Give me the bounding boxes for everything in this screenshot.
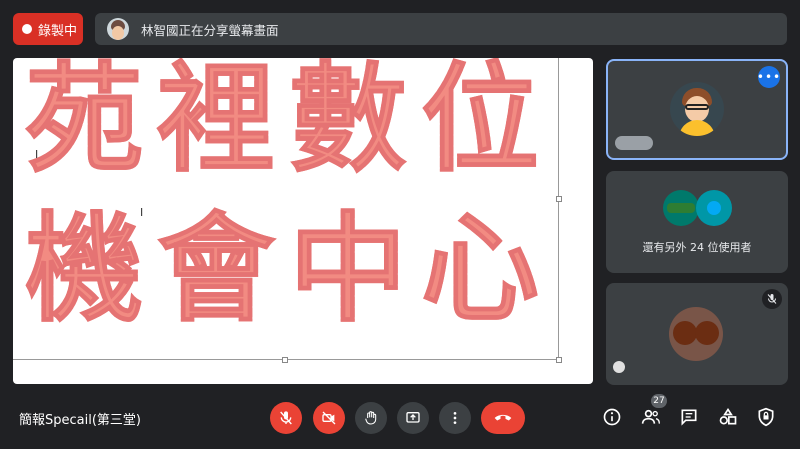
mic-off-button[interactable] [270,402,302,434]
slide-title-line-2: 機會中心 [25,210,571,329]
slide-title-line-1: 苑裡數位 [25,60,571,179]
meeting-info-button[interactable] [601,406,623,428]
bottom-bar: 簡報Specail(第三堂) [0,392,800,449]
resize-handle[interactable] [282,357,288,363]
screen-share-text: 林智國正在分享螢幕畫面 [141,22,279,38]
participant-tile-self[interactable]: ••• [606,59,788,160]
participant-tile[interactable] [606,283,788,385]
raise-hand-button[interactable] [355,402,387,434]
call-end-icon [494,414,512,421]
text-cursor-icon: Ι [35,148,39,161]
screen-share-banner: 林智國正在分享螢幕畫面 [95,13,787,45]
host-controls-icon [758,407,774,427]
people-icon [641,409,660,424]
meeting-title: 簡報Specail(第三堂) [19,413,141,428]
avatar [663,190,699,226]
camera-off-button[interactable] [313,402,345,434]
chat-button[interactable] [678,406,700,428]
participant-tile-others[interactable]: 還有另外 24 位使用者 [606,171,788,273]
shared-screen: 苑裡數位 機會中心 Ι Ι [13,58,593,384]
activities-icon [719,407,737,425]
mic-off-icon [280,411,292,425]
text-cursor-icon: Ι [140,206,144,219]
top-bar: 錄製中 林智國正在分享螢幕畫面 [0,0,800,56]
info-icon [603,408,621,426]
record-dot-icon [22,24,32,34]
more-options-icon[interactable]: ••• [757,66,780,88]
activities-button[interactable] [717,406,739,428]
speaking-indicator [613,361,625,373]
camera-off-icon [322,411,336,425]
present-now-button[interactable] [397,402,429,434]
presenter-avatar [107,18,129,40]
more-options-button[interactable] [439,402,471,434]
mute-icon [762,289,782,309]
more-vert-icon [453,412,457,424]
avatar [669,307,723,361]
people-button[interactable] [640,406,662,428]
raise-hand-icon [365,411,377,425]
resize-handle[interactable] [556,196,562,202]
avatar [670,82,724,136]
present-icon [406,412,420,423]
slide-frame: 苑裡數位 機會中心 Ι Ι [13,58,562,363]
leave-call-button[interactable] [481,402,525,434]
recording-badge[interactable]: 錄製中 [13,13,83,45]
resize-handle[interactable] [556,357,562,363]
avatar [696,190,732,226]
people-count-badge: 27 [651,394,667,408]
recording-label: 錄製中 [38,23,78,39]
host-controls-button[interactable] [755,406,777,428]
chat-icon [681,409,697,426]
others-count-label: 還有另外 24 位使用者 [642,241,752,254]
participant-name-pill [615,136,653,150]
